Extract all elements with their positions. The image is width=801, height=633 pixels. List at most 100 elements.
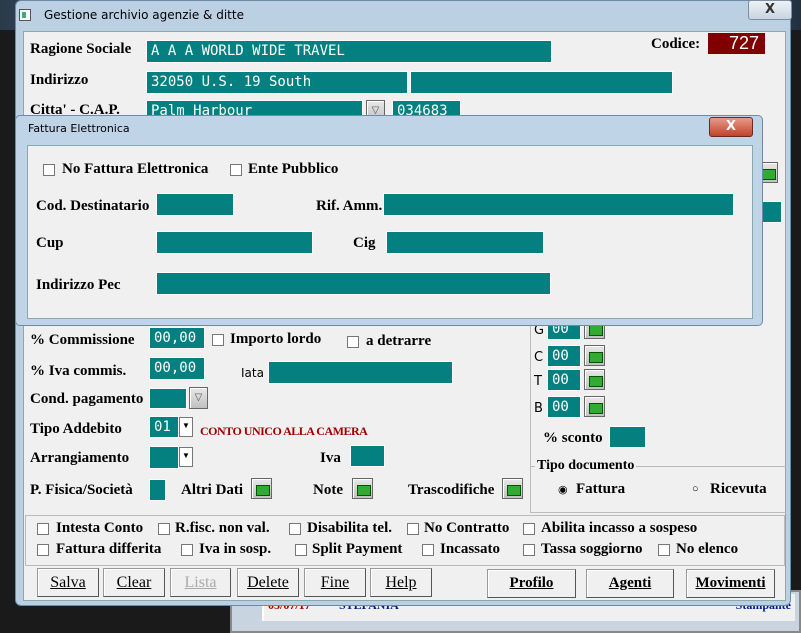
iva-label: Iva bbox=[320, 450, 341, 466]
fattura-label: Fattura bbox=[576, 481, 626, 497]
fine-button[interactable]: Fine bbox=[304, 568, 366, 597]
indirizzo-input[interactable]: 32050 U.S. 19 South bbox=[146, 71, 408, 94]
delete-button[interactable]: Delete bbox=[237, 568, 299, 597]
ragione-sociale-input[interactable]: A A A WORLD WIDE TRAVEL bbox=[146, 40, 552, 63]
folder-icon[interactable] bbox=[584, 345, 605, 366]
code-letter: C bbox=[534, 350, 544, 365]
radio-fattura[interactable]: ◉ bbox=[558, 483, 568, 496]
flag-label: Incassato bbox=[440, 541, 501, 557]
cod-destinatario-input[interactable] bbox=[156, 193, 234, 216]
tipo-addebito-description: CONTO UNICO ALLA CAMERA bbox=[200, 424, 368, 438]
flag-checkbox[interactable] bbox=[407, 523, 419, 535]
flag-checkbox[interactable] bbox=[523, 523, 535, 535]
cig-input[interactable] bbox=[386, 231, 544, 254]
chevron-down-icon[interactable]: ▼ bbox=[179, 447, 193, 467]
indirizzo-label: Indirizzo bbox=[30, 72, 89, 88]
trascodifiche-folder-icon[interactable] bbox=[502, 478, 523, 499]
a-detrarre-label: a detrarre bbox=[366, 333, 432, 349]
flag-label: Split Payment bbox=[312, 541, 403, 557]
indirizzo-pec-input[interactable] bbox=[156, 272, 551, 295]
p-fisica-label: P. Fisica/Società bbox=[30, 482, 133, 498]
hidden-field[interactable] bbox=[762, 201, 782, 223]
flag-checkbox[interactable] bbox=[289, 523, 301, 535]
rif-amm-input[interactable] bbox=[383, 193, 734, 216]
cig-label: Cig bbox=[353, 235, 376, 251]
clear-button[interactable]: Clear bbox=[103, 568, 165, 597]
window-close-button[interactable]: X bbox=[748, 0, 792, 20]
iva-commis-input[interactable]: 00,00 bbox=[149, 357, 205, 380]
flag-checkbox[interactable] bbox=[158, 523, 170, 535]
flag-checkbox[interactable] bbox=[295, 544, 307, 556]
rif-amm-label: Rif. Amm. bbox=[316, 198, 383, 214]
flag-checkbox[interactable] bbox=[37, 523, 49, 535]
sconto-input[interactable] bbox=[609, 426, 646, 448]
flag-checkbox[interactable] bbox=[181, 544, 193, 556]
flag-label: Tassa soggiorno bbox=[541, 541, 643, 557]
commissione-label: % Commissione bbox=[30, 332, 135, 348]
dialog-title: Fattura Elettronica bbox=[28, 122, 130, 135]
cond-pagamento-dropdown[interactable]: ▽ bbox=[189, 387, 208, 409]
cod-destinatario-label: Cod. Destinatario bbox=[36, 198, 150, 214]
cond-pagamento-input[interactable] bbox=[149, 388, 187, 409]
code-input[interactable]: 00 bbox=[547, 369, 581, 391]
note-folder-icon[interactable] bbox=[352, 478, 373, 499]
tipo-addebito-label: Tipo Addebito bbox=[30, 421, 122, 437]
flag-checkbox[interactable] bbox=[658, 544, 670, 556]
code-input[interactable]: 00 bbox=[547, 345, 581, 367]
flag-label: Intesta Conto bbox=[56, 520, 144, 536]
dialog-close-button[interactable]: X bbox=[709, 117, 753, 137]
tipo-addebito-select[interactable]: 01 bbox=[149, 416, 179, 438]
code-input[interactable]: 00 bbox=[547, 396, 581, 418]
code-letter: B bbox=[534, 401, 543, 416]
agenti-button[interactable]: Agenti bbox=[586, 569, 674, 598]
no-fattura-label: No Fattura Elettronica bbox=[62, 161, 209, 177]
help-button[interactable]: Help bbox=[370, 568, 432, 597]
arrangiamento-select[interactable] bbox=[149, 446, 179, 469]
indirizzo-pec-label: Indirizzo Pec bbox=[36, 277, 121, 293]
flag-label: No elenco bbox=[676, 541, 739, 557]
lista-button[interactable]: Lista bbox=[170, 568, 231, 597]
chevron-down-icon[interactable]: ▼ bbox=[179, 417, 193, 437]
altri-dati-folder-icon[interactable] bbox=[251, 478, 272, 499]
importo-lordo-label: Importo lordo bbox=[230, 331, 322, 347]
cond-pagamento-label: Cond. pagamento bbox=[30, 391, 144, 407]
flag-checkbox[interactable] bbox=[422, 544, 434, 556]
ente-pubblico-label: Ente Pubblico bbox=[248, 161, 339, 177]
flag-label: Iva in sosp. bbox=[199, 541, 272, 557]
flag-label: Abilita incasso a sospeso bbox=[541, 520, 698, 536]
cup-label: Cup bbox=[36, 235, 64, 251]
code-letter: T bbox=[534, 374, 542, 389]
p-fisica-input[interactable] bbox=[149, 479, 166, 501]
flag-label: R.fisc. non val. bbox=[175, 520, 270, 536]
profilo-button[interactable]: Profilo bbox=[487, 569, 576, 598]
folder-icon[interactable] bbox=[584, 369, 605, 390]
altri-dati-label: Altri Dati bbox=[181, 482, 244, 498]
iva-commis-label: % Iva commis. bbox=[30, 363, 127, 379]
iva-input[interactable] bbox=[350, 445, 385, 467]
flag-checkbox[interactable] bbox=[37, 544, 49, 556]
ricevuta-label: Ricevuta bbox=[710, 481, 767, 497]
commissione-input[interactable]: 00,00 bbox=[149, 327, 205, 349]
flag-checkbox[interactable] bbox=[523, 544, 535, 556]
tipo-documento-label: Tipo documento bbox=[535, 458, 637, 474]
cup-input[interactable] bbox=[156, 231, 313, 254]
movimenti-button[interactable]: Movimenti bbox=[686, 569, 775, 598]
ragione-sociale-label: Ragione Sociale bbox=[30, 41, 132, 57]
iata-input[interactable] bbox=[268, 361, 453, 384]
window-title: Gestione archivio agenzie & ditte bbox=[44, 8, 244, 22]
ente-pubblico-checkbox[interactable] bbox=[230, 164, 242, 176]
folder-icon[interactable] bbox=[584, 396, 605, 417]
indirizzo2-input[interactable] bbox=[410, 71, 673, 94]
flag-label: Disabilita tel. bbox=[307, 520, 392, 536]
a-detrarre-checkbox[interactable] bbox=[347, 336, 359, 348]
sconto-label: % sconto bbox=[543, 430, 603, 446]
flag-label: No Contratto bbox=[424, 520, 510, 536]
radio-ricevuta[interactable]: ○ bbox=[692, 483, 699, 495]
importo-lordo-checkbox[interactable] bbox=[212, 334, 224, 346]
flag-label: Fattura differita bbox=[56, 541, 162, 557]
iata-label: Iata bbox=[241, 366, 264, 380]
salva-button[interactable]: Salva bbox=[37, 568, 99, 597]
no-fattura-checkbox[interactable] bbox=[43, 164, 55, 176]
codice-value: 727 bbox=[708, 33, 765, 54]
app-icon bbox=[19, 9, 31, 21]
